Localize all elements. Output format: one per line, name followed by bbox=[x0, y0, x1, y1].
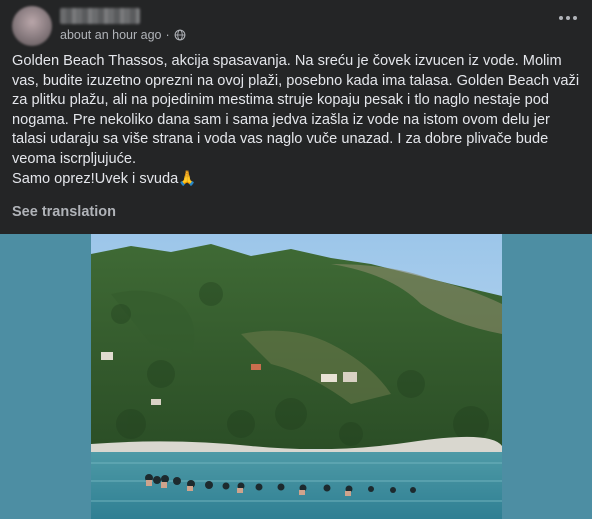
post-media[interactable] bbox=[0, 234, 592, 519]
beach-photo[interactable] bbox=[91, 234, 502, 519]
post-timestamp[interactable]: about an hour ago bbox=[60, 28, 161, 42]
post-header: about an hour ago · bbox=[12, 6, 580, 48]
globe-icon[interactable] bbox=[174, 29, 186, 41]
beach-photo-image bbox=[91, 234, 502, 519]
post-meta: about an hour ago · bbox=[60, 28, 186, 42]
more-options-icon[interactable] bbox=[556, 8, 580, 28]
see-translation-link[interactable]: See translation bbox=[12, 204, 116, 220]
post-paragraph: Golden Beach Thassos, akcija spasavanja.… bbox=[12, 53, 580, 167]
facebook-post: about an hour ago · Golden Beach Thassos… bbox=[0, 0, 592, 519]
author-name-redacted[interactable] bbox=[60, 8, 140, 24]
post-text: Golden Beach Thassos, akcija spasavanja.… bbox=[12, 52, 582, 189]
avatar[interactable] bbox=[12, 6, 52, 46]
post-paragraph: Samo oprez!Uvek i svuda🙏 bbox=[12, 170, 197, 187]
